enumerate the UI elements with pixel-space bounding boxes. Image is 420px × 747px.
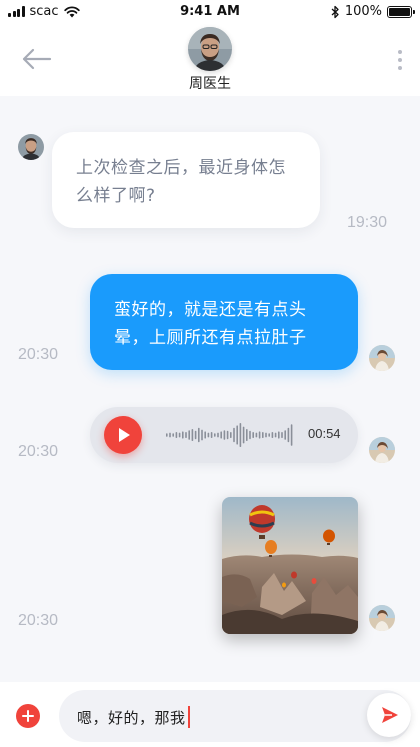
waveform-bar <box>175 432 178 438</box>
more-vertical-icon <box>398 50 402 54</box>
waveform-bar <box>166 433 168 437</box>
waveform-bar <box>278 431 280 439</box>
waveform-bar <box>217 432 219 438</box>
more-button[interactable] <box>394 48 406 72</box>
waveform-bar <box>198 427 200 443</box>
message-time: 20:30 <box>18 346 59 363</box>
waveform-bar <box>271 432 274 438</box>
message-time: 20:30 <box>18 443 59 460</box>
waveform-bar <box>220 431 222 439</box>
chat-header: 周医生 <box>0 24 420 96</box>
message-input[interactable]: 嗯，好的，那我 <box>59 690 411 742</box>
message-bubble-incoming[interactable]: 上次检查之后，最近身体怎么样了啊? <box>52 132 320 228</box>
contact-name: 周医生 <box>189 76 231 92</box>
waveform-bar <box>233 427 235 443</box>
waveform-bar <box>210 432 213 438</box>
waveform-bar <box>178 432 181 438</box>
waveform-bar <box>252 432 254 438</box>
doctor-avatar[interactable] <box>18 134 44 160</box>
message-time: 20:30 <box>18 612 59 629</box>
plus-circle-icon[interactable] <box>16 704 40 728</box>
back-button[interactable] <box>20 44 54 74</box>
voice-message[interactable]: 00:54 <box>90 407 358 463</box>
waveform-bar <box>204 431 206 439</box>
status-right: 100% <box>331 4 415 19</box>
image-message[interactable] <box>222 497 358 634</box>
waveform-bar <box>230 432 232 438</box>
waveform-bar <box>223 430 226 440</box>
user-avatar[interactable] <box>369 437 395 463</box>
waveform-bar <box>188 430 190 440</box>
waveform-bar <box>284 430 286 440</box>
waveform-bar <box>239 423 242 447</box>
play-icon[interactable] <box>104 416 142 454</box>
waveform-bar <box>194 430 197 440</box>
status-bar: scac 9:41 AM 100% <box>0 0 420 24</box>
waveform-bar <box>191 429 194 441</box>
waveform-bar <box>262 432 264 438</box>
user-avatar[interactable] <box>369 605 395 631</box>
waveform-bar <box>207 432 210 438</box>
text-caret <box>187 706 190 728</box>
waveform-bar <box>290 424 293 446</box>
message-bubble-outgoing[interactable]: 蛮好的，就是还是有点头晕，上厕所还有点拉肚子 <box>90 274 358 370</box>
waveform-bar <box>226 430 229 440</box>
waveform-bar <box>236 425 238 445</box>
bluetooth-icon <box>331 5 339 18</box>
battery-icon <box>387 5 415 18</box>
message-input-value: 嗯，好的，那我 <box>77 706 190 728</box>
send-button[interactable] <box>367 693 411 737</box>
doctor-avatar-large[interactable] <box>188 27 232 71</box>
waveform-bar <box>201 429 203 441</box>
waveform-bar <box>255 432 258 438</box>
waveform-bar <box>265 432 267 438</box>
message-time: 19:30 <box>347 214 388 231</box>
waveform-bar <box>169 432 171 438</box>
battery-percent: 100% <box>344 4 382 19</box>
waveform-bar <box>287 427 290 443</box>
send-icon <box>382 707 398 723</box>
waveform-bar <box>281 432 283 438</box>
user-avatar[interactable] <box>369 345 395 371</box>
waveform-bar <box>274 432 277 438</box>
message-composer: 嗯，好的，那我 <box>0 682 420 747</box>
waveform-bar <box>182 431 184 439</box>
waveform-bar <box>242 426 245 444</box>
arrow-left-icon <box>22 48 52 70</box>
waveform-bar <box>246 429 248 441</box>
waveform-bar <box>249 430 251 440</box>
audio-waveform <box>166 423 293 447</box>
waveform-bar <box>172 433 174 437</box>
waveform-bar <box>258 431 261 439</box>
waveform-bar <box>214 433 216 437</box>
waveform-bar <box>185 432 187 438</box>
waveform-bar <box>268 433 270 437</box>
voice-duration: 00:54 <box>308 426 341 441</box>
